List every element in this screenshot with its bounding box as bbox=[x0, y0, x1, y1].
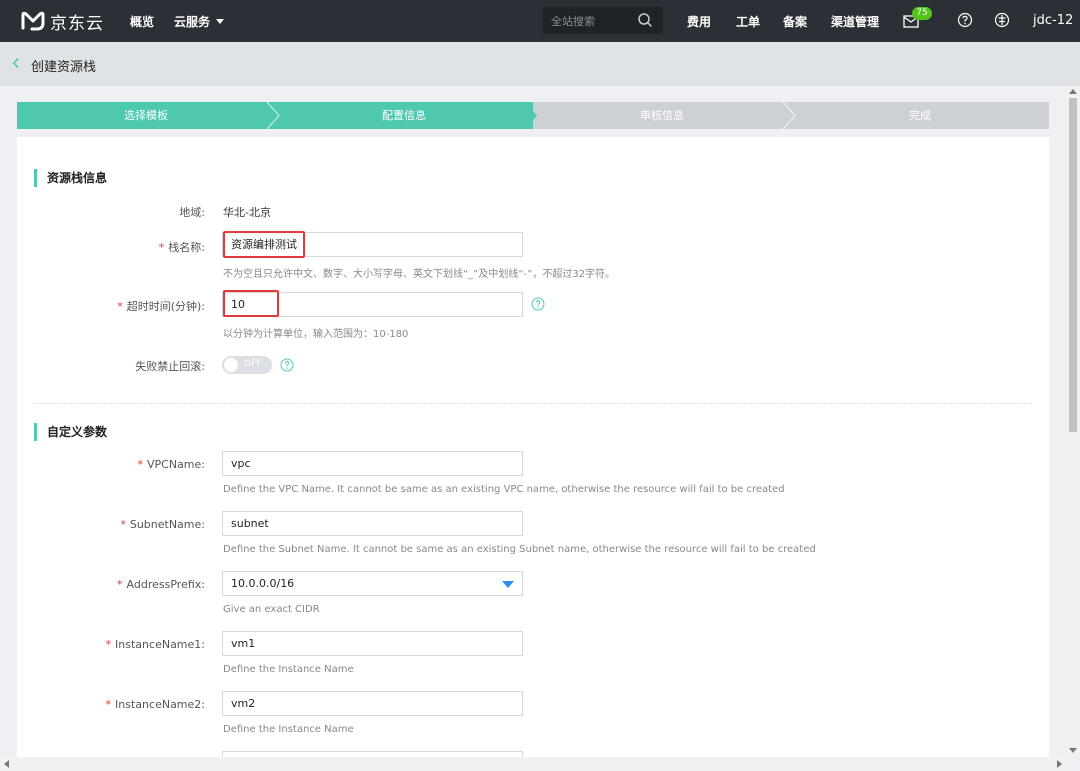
required-mark: * bbox=[105, 698, 112, 711]
step-label: 配置信息 bbox=[382, 109, 426, 122]
step-configure[interactable]: 配置信息 bbox=[275, 102, 537, 129]
language-globe-icon[interactable] bbox=[994, 12, 1010, 28]
toggle-knob bbox=[224, 358, 238, 372]
required-mark: * bbox=[120, 518, 126, 531]
required-mark: * bbox=[158, 241, 165, 254]
required-mark: * bbox=[105, 638, 112, 651]
chevron-down-icon bbox=[216, 19, 225, 24]
dropdown-triangle-icon bbox=[502, 581, 514, 588]
scrollbar-thumb[interactable] bbox=[1069, 98, 1077, 432]
vpc-name-label-text: VPCName: bbox=[147, 458, 205, 471]
nav-billing[interactable]: 费用 bbox=[687, 13, 711, 30]
brand-logo[interactable]: 京东云 bbox=[20, 9, 104, 34]
instance-name1-label-text: InstanceName1: bbox=[115, 638, 205, 651]
instance-name2-hint: Define the Instance Name bbox=[223, 724, 354, 735]
required-mark: * bbox=[117, 300, 123, 313]
scroll-up-icon[interactable] bbox=[1069, 89, 1077, 94]
nav-cloud-services-label: 云服务 bbox=[174, 15, 211, 29]
required-mark: * bbox=[137, 458, 144, 471]
instance-name2-input[interactable]: vm2 bbox=[222, 691, 523, 716]
top-navigation-bar: 京东云 概览 云服务 全站搜索 费用 工单 备案 渠道管理 75 jdc-12 bbox=[0, 0, 1080, 42]
step-separator-arrow bbox=[783, 102, 796, 129]
region-label: 地域: bbox=[179, 206, 205, 219]
vpc-name-label: * VPCName: bbox=[17, 458, 206, 471]
scroll-left-icon[interactable] bbox=[4, 760, 9, 768]
subnet-name-label-text: SubnetName: bbox=[129, 518, 205, 531]
jdcloud-logo-icon bbox=[21, 11, 45, 31]
vpc-name-hint: Define the VPC Name. It cannot be same a… bbox=[223, 484, 785, 495]
search-icon[interactable] bbox=[637, 12, 653, 28]
step-complete[interactable]: 完成 bbox=[791, 102, 1049, 129]
rollback-toggle[interactable]: OFF bbox=[222, 356, 272, 374]
nav-overview[interactable]: 概览 bbox=[130, 13, 154, 30]
subnet-name-label: * SubnetName: bbox=[17, 518, 205, 531]
address-prefix-hint: Give an exact CIDR bbox=[223, 604, 320, 615]
instance-name1-input[interactable]: vm1 bbox=[222, 631, 523, 656]
instance-name1-hint: Define the Instance Name bbox=[223, 664, 354, 675]
toggle-state-label: OFF bbox=[244, 359, 262, 369]
subnet-name-input[interactable]: subnet bbox=[222, 511, 523, 536]
nav-tickets[interactable]: 工单 bbox=[736, 13, 760, 30]
address-prefix-label: * AddressPrefix: bbox=[17, 578, 205, 591]
brand-name: 京东云 bbox=[50, 13, 104, 34]
address-prefix-select[interactable]: 10.0.0.0/16 bbox=[222, 571, 523, 596]
required-mark: * bbox=[117, 578, 123, 591]
highlight-box bbox=[223, 231, 305, 258]
step-separator-arrow bbox=[525, 102, 537, 129]
stack-name-label-text: 栈名称: bbox=[168, 241, 205, 254]
vpc-name-input[interactable]: vpc bbox=[222, 451, 523, 476]
horizontal-scrollbar[interactable] bbox=[0, 757, 1066, 771]
help-icon[interactable] bbox=[957, 12, 973, 28]
step-label: 完成 bbox=[909, 109, 931, 122]
scroll-right-icon[interactable] bbox=[1057, 760, 1062, 768]
step-label: 选择模板 bbox=[124, 109, 168, 122]
nav-channel-management[interactable]: 渠道管理 bbox=[831, 13, 879, 30]
stack-name-label: * 栈名称: bbox=[17, 239, 205, 255]
step-separator-arrow bbox=[267, 102, 280, 129]
instance-name2-label: * InstanceName2: bbox=[17, 698, 205, 711]
step-label: 审核信息 bbox=[640, 109, 684, 122]
section-title-stack-info: 资源栈信息 bbox=[34, 169, 107, 187]
timeout-label: * 超时时间(分钟): bbox=[17, 298, 205, 314]
message-count-badge: 75 bbox=[912, 7, 932, 20]
instance-name2-label-text: InstanceName2: bbox=[115, 698, 205, 711]
config-form-panel: 资源栈信息 地域: 华北-北京 * 栈名称: 资源编排测试 不为空且只允许中文、数… bbox=[17, 137, 1049, 757]
rollback-label: 失败禁止回滚: bbox=[135, 360, 205, 373]
user-account[interactable]: jdc-12 bbox=[1033, 13, 1073, 28]
search-placeholder: 全站搜索 bbox=[551, 15, 595, 28]
instance-name1-label: * InstanceName1: bbox=[17, 638, 205, 651]
region-value: 华北-北京 bbox=[223, 206, 271, 219]
timeout-label-text: 超时时间(分钟): bbox=[126, 300, 205, 313]
global-search-input[interactable]: 全站搜索 bbox=[543, 7, 663, 34]
step-review[interactable]: 审核信息 bbox=[533, 102, 796, 129]
scroll-down-icon[interactable] bbox=[1069, 748, 1077, 753]
step-select-template[interactable]: 选择模板 bbox=[17, 102, 280, 129]
nav-filing[interactable]: 备案 bbox=[783, 13, 807, 30]
vertical-scrollbar[interactable] bbox=[1066, 86, 1080, 757]
stack-name-hint: 不为空且只允许中文、数字、大小写字母、英文下划线“_”及中划线“-”，不超过32… bbox=[223, 269, 616, 280]
highlight-box bbox=[223, 290, 279, 317]
page-title: 创建资源栈 bbox=[31, 60, 97, 75]
help-circle-icon[interactable] bbox=[280, 358, 294, 372]
timeout-hint: 以分钟为计算单位，输入范围为：10-180 bbox=[223, 329, 409, 340]
back-chevron-icon[interactable] bbox=[12, 57, 20, 69]
help-circle-icon[interactable] bbox=[531, 297, 545, 311]
page-header: 创建资源栈 bbox=[0, 42, 1080, 86]
address-prefix-value: 10.0.0.0/16 bbox=[231, 577, 295, 590]
nav-cloud-services[interactable]: 云服务 bbox=[174, 13, 225, 30]
section-divider bbox=[34, 403, 1032, 404]
subnet-name-hint: Define the Subnet Name. It cannot be sam… bbox=[223, 544, 816, 555]
wizard-steps: 选择模板 配置信息 审核信息 完成 bbox=[17, 102, 1049, 129]
address-prefix-label-text: AddressPrefix: bbox=[126, 578, 205, 591]
section-title-custom-params: 自定义参数 bbox=[34, 423, 107, 441]
